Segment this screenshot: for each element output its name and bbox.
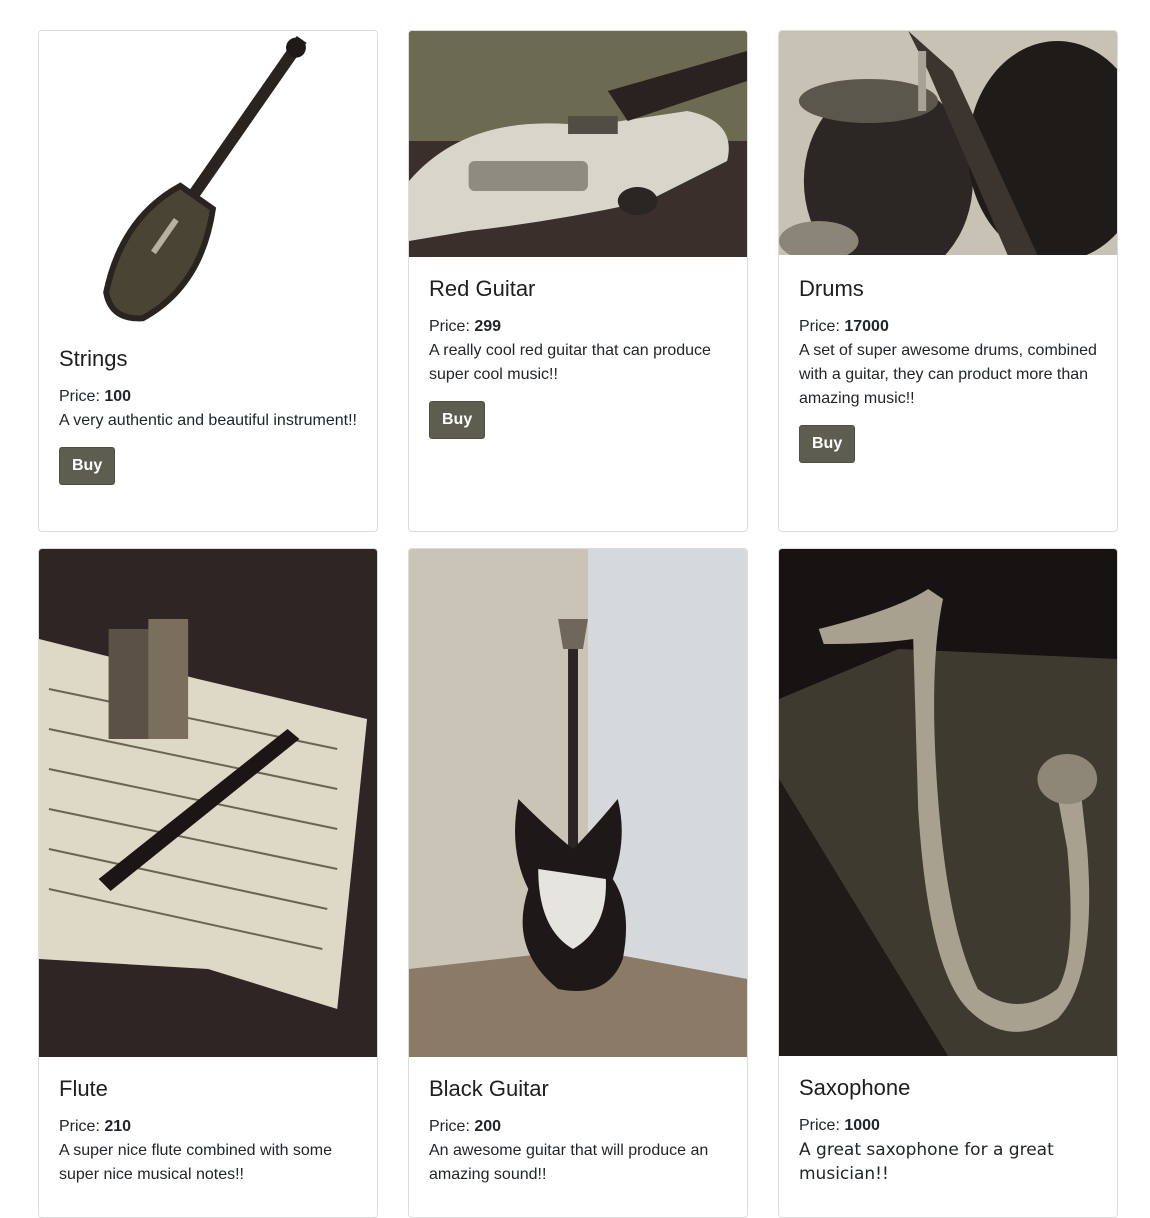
product-price: Price: 210 — [59, 1115, 357, 1139]
product-price: Price: 100 — [59, 385, 357, 409]
price-label: Price: — [59, 1118, 100, 1135]
product-price: Price: 17000 — [799, 315, 1097, 339]
saxophone-image — [779, 549, 1117, 1056]
price-value: 210 — [104, 1118, 132, 1135]
product-card-saxophone: Saxophone Price: 1000 A great saxophone … — [778, 548, 1118, 1218]
buy-button[interactable]: Buy — [799, 425, 856, 463]
product-title: Red Guitar — [429, 276, 536, 301]
product-card-flute: Flute Price: 210 A super nice flute comb… — [38, 548, 378, 1218]
product-title: Saxophone — [799, 1075, 911, 1100]
card-body: Drums Price: 17000 A set of super awesom… — [799, 275, 1097, 463]
buy-button[interactable]: Buy — [429, 401, 486, 439]
price-value: 1000 — [844, 1117, 880, 1134]
card-body: Strings Price: 100 A very authentic and … — [59, 345, 357, 485]
card-body: Red Guitar Price: 299 A really cool red … — [429, 275, 727, 439]
electric-violin-image — [39, 31, 377, 341]
product-description: An awesome guitar that will produce an a… — [429, 1142, 709, 1183]
price-label: Price: — [799, 1117, 840, 1134]
electric-guitar-closeup-image — [409, 31, 747, 257]
price-label: Price: — [799, 318, 840, 335]
price-value: 200 — [474, 1118, 502, 1135]
price-value: 299 — [474, 318, 502, 335]
product-price: Price: 200 — [429, 1115, 727, 1139]
price-value: 100 — [104, 388, 132, 405]
product-description: A really cool red guitar that can produc… — [429, 342, 711, 383]
price-label: Price: — [59, 388, 100, 405]
product-title: Flute — [59, 1076, 108, 1101]
product-price: Price: 299 — [429, 315, 727, 339]
buy-button[interactable]: Buy — [59, 447, 116, 485]
product-title: Black Guitar — [429, 1076, 549, 1101]
product-title: Strings — [59, 346, 128, 371]
product-card-black-guitar: Black Guitar Price: 200 An awesome guita… — [408, 548, 748, 1218]
drum-kit-image — [779, 31, 1117, 255]
recorder-on-sheet-music-image — [39, 549, 377, 1057]
black-guitar-in-corner-image — [409, 549, 747, 1057]
product-price: Price: 1000 — [799, 1114, 1097, 1138]
product-description: A super nice flute combined with some su… — [59, 1142, 333, 1183]
price-value: 17000 — [844, 318, 889, 335]
product-card-strings: Strings Price: 100 A very authentic and … — [38, 30, 378, 532]
card-body: Saxophone Price: 1000 A great saxophone … — [799, 1074, 1097, 1200]
price-label: Price: — [429, 1118, 470, 1135]
product-description: A great saxophone for a great musician!! — [799, 1140, 1054, 1184]
product-description: A set of super awesome drums, combined w… — [799, 342, 1097, 407]
product-card-red-guitar: Red Guitar Price: 299 A really cool red … — [408, 30, 748, 532]
price-label: Price: — [429, 318, 470, 335]
card-body: Flute Price: 210 A super nice flute comb… — [59, 1075, 357, 1201]
product-title: Drums — [799, 276, 864, 301]
product-card-drums: Drums Price: 17000 A set of super awesom… — [778, 30, 1118, 532]
product-description: A very authentic and beautiful instrumen… — [59, 412, 357, 429]
card-body: Black Guitar Price: 200 An awesome guita… — [429, 1075, 727, 1201]
